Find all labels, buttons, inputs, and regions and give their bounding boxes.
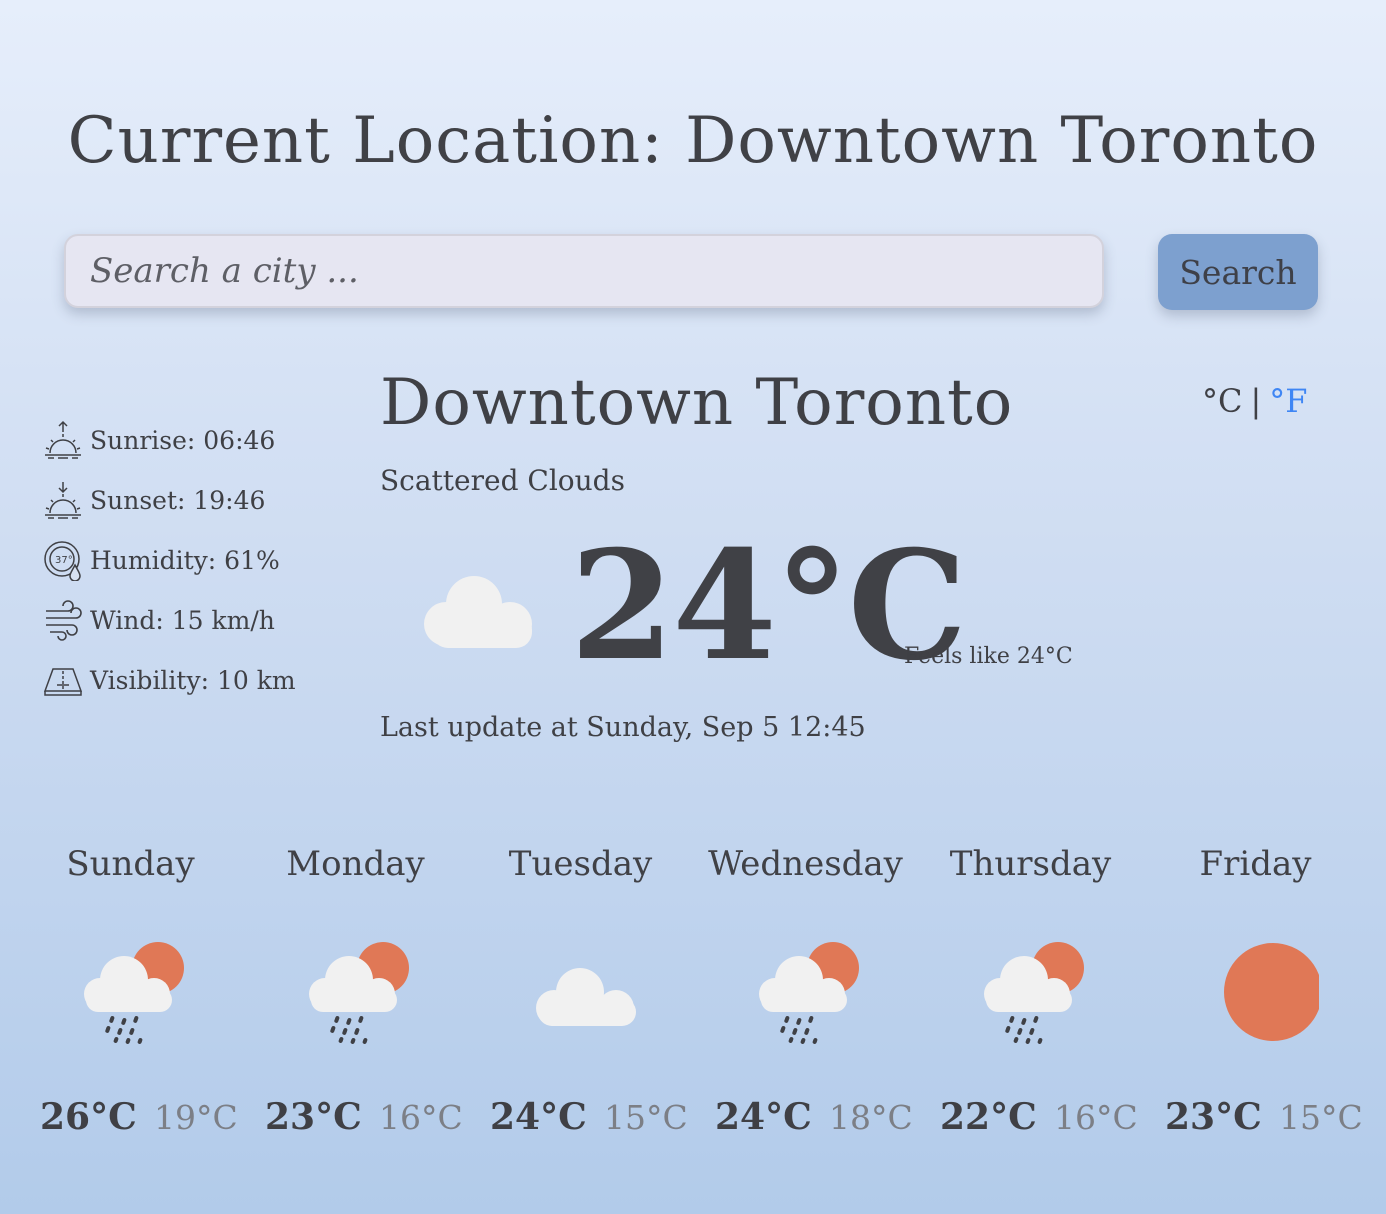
stat-wind: Wind: 15 km/h xyxy=(42,590,296,650)
sun-cloud-rain-icon xyxy=(309,942,409,1044)
visibility-icon xyxy=(43,668,83,696)
search-input[interactable] xyxy=(64,234,1104,308)
humidity-icon: 37° xyxy=(44,541,81,581)
feels-like: Feels like 24°C xyxy=(904,644,1073,669)
forecast-day: Monday 23°C 16°C xyxy=(243,840,468,1160)
cloud-icon xyxy=(424,576,532,648)
search-button[interactable]: Search xyxy=(1158,234,1318,310)
sunrise-icon xyxy=(45,420,81,459)
forecast-low: 16°C xyxy=(379,1098,463,1137)
forecast-high: 24°C xyxy=(715,1096,812,1138)
forecast-high: 24°C xyxy=(490,1096,587,1138)
stat-humidity: 37° Humidity: 61% xyxy=(42,530,296,590)
last-update: Last update at Sunday, Sep 5 12:45 xyxy=(380,712,866,743)
forecast-day-name: Thursday xyxy=(949,844,1112,884)
forecast-low: 15°C xyxy=(604,1098,688,1137)
forecast-day: Thursday 22°C 16°C xyxy=(918,840,1143,1160)
sunset-icon xyxy=(45,482,81,519)
forecast-low: 16°C xyxy=(1054,1098,1138,1137)
stat-wind-label: Wind: 15 km/h xyxy=(90,605,275,635)
forecast-day-name: Wednesday xyxy=(708,844,903,884)
stat-sunrise: Sunrise: 06:46 xyxy=(42,410,296,470)
stat-visibility: Visibility: 10 km xyxy=(42,650,296,710)
stat-humidity-label: Humidity: 61% xyxy=(90,545,280,575)
weather-stats: Sunrise: 06:46 Sunset: 19:46 37° Humidit… xyxy=(42,410,296,710)
sun-cloud-rain-icon xyxy=(759,942,859,1044)
svg-text:37°: 37° xyxy=(55,555,73,566)
forecast-high: 23°C xyxy=(1165,1096,1262,1138)
wind-icon xyxy=(46,600,82,641)
page-title: Current Location: Downtown Toronto xyxy=(67,104,1319,178)
forecast-day: Sunday 26°C 19°C xyxy=(18,840,243,1160)
sun-cloud-rain-icon xyxy=(84,942,184,1044)
stat-sunrise-label: Sunrise: 06:46 xyxy=(90,425,276,455)
forecast-high: 22°C xyxy=(940,1096,1037,1138)
forecast-day: Wednesday 24°C 18°C xyxy=(693,840,918,1160)
forecast-day: Tuesday 24°C 15°C xyxy=(468,840,693,1160)
celsius-toggle[interactable]: °C xyxy=(1202,382,1242,420)
stat-sunset: Sunset: 19:46 xyxy=(42,470,296,530)
forecast-high: 23°C xyxy=(265,1096,362,1138)
forecast-day: Friday 23°C 15°C xyxy=(1143,840,1368,1160)
weather-description: Scattered Clouds xyxy=(380,464,625,497)
fahrenheit-toggle[interactable]: °F xyxy=(1269,382,1307,420)
forecast-day-name: Sunday xyxy=(66,844,195,884)
unit-toggle: °C | °F xyxy=(1202,382,1307,420)
stat-sunset-label: Sunset: 19:46 xyxy=(90,485,266,515)
forecast: Sunday 26°C 19°C Monday 23°C 16°C Tuesda… xyxy=(18,840,1368,1160)
stat-visibility-label: Visibility: 10 km xyxy=(90,665,296,695)
sun-icon xyxy=(1224,943,1319,1041)
forecast-day-name: Friday xyxy=(1199,844,1312,884)
forecast-day-name: Tuesday xyxy=(508,844,653,884)
forecast-high: 26°C xyxy=(40,1096,137,1138)
forecast-low: 19°C xyxy=(154,1098,238,1137)
forecast-low: 15°C xyxy=(1279,1098,1363,1137)
forecast-day-name: Monday xyxy=(286,844,425,884)
forecast-low: 18°C xyxy=(829,1098,913,1137)
unit-separator: | xyxy=(1250,382,1262,420)
sun-cloud-rain-icon xyxy=(984,942,1084,1044)
city-name: Downtown Toronto xyxy=(380,366,1014,440)
cloud-icon xyxy=(536,968,636,1026)
